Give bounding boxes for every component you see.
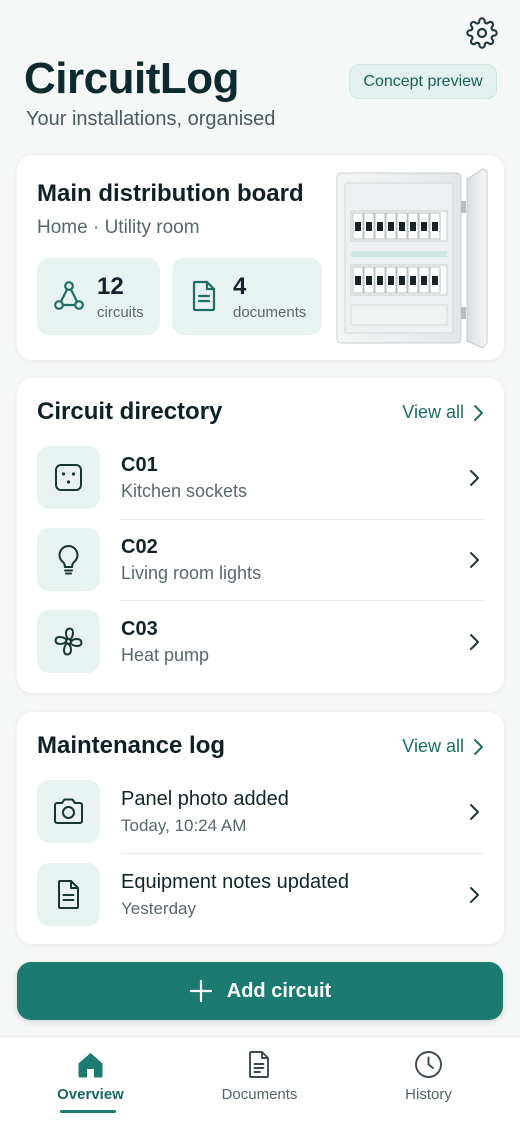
add-circuit-button[interactable]: Add circuit: [17, 962, 503, 1020]
log-entry-title: Equipment notes updated: [121, 871, 349, 893]
circuit-code: C03: [121, 618, 158, 640]
nav-label: History: [405, 1086, 452, 1103]
log-entry-time: Today, 10:24 AM: [121, 816, 247, 835]
lightbulb-icon: [58, 545, 79, 575]
camera-icon: [54, 798, 83, 824]
documents-stat: 4 documents: [172, 258, 322, 335]
document-icon: [58, 880, 79, 909]
circuit-network-icon: [54, 281, 84, 310]
home-icon: [78, 1053, 103, 1078]
circuit-directory-card: Circuit directory View all C01 Kitchen s…: [17, 378, 504, 693]
log-row-equipment-notes[interactable]: Equipment notes updated Yesterday: [37, 863, 484, 926]
chevron-right-icon: [474, 738, 483, 755]
nav-label: Overview: [57, 1086, 124, 1103]
circuit-name: Heat pump: [121, 645, 210, 665]
circuits-count: 12: [97, 273, 124, 300]
circuit-code: C01: [121, 454, 158, 476]
fan-icon: [54, 627, 83, 656]
chevron-right-icon: [470, 634, 479, 650]
row-icon-box: [37, 863, 100, 926]
active-tab-indicator: [60, 1110, 116, 1113]
chevron-right-icon: [470, 552, 479, 568]
nav-label: Documents: [221, 1086, 298, 1103]
row-icon-box: [37, 446, 100, 509]
nav-tab-history[interactable]: History: [342, 1037, 515, 1128]
add-circuit-label: Add circuit: [226, 979, 332, 1002]
chevron-right-icon: [470, 470, 479, 486]
circuits-stat: 12 circuits: [37, 258, 160, 335]
board-title: Main distribution board: [37, 180, 304, 207]
view-all-label: View all: [402, 736, 464, 756]
app-screen: CircuitLog Your installations, organised…: [0, 0, 520, 1128]
document-icon: [249, 1051, 269, 1078]
divider: [121, 853, 484, 854]
chevron-right-icon: [474, 404, 483, 421]
chevron-right-icon: [470, 804, 479, 820]
log-row-panel-photo[interactable]: Panel photo added Today, 10:24 AM: [37, 780, 484, 843]
circuit-name: Kitchen sockets: [121, 481, 248, 501]
documents-label: documents: [233, 304, 307, 321]
circuit-view-all-link[interactable]: View all: [402, 402, 484, 423]
chevron-right-icon: [470, 887, 479, 903]
clock-icon: [415, 1051, 442, 1078]
log-view-all-link[interactable]: View all: [402, 736, 484, 757]
circuit-name: Living room lights: [121, 563, 262, 583]
documents-count: 4: [233, 273, 247, 300]
document-icon: [192, 280, 216, 312]
distribution-panel-image: [336, 168, 488, 349]
plus-icon: [189, 979, 212, 1003]
bottom-nav: Overview Documents History: [0, 1036, 520, 1128]
app-subtitle: Your installations, organised: [26, 108, 276, 130]
gear-icon[interactable]: [466, 17, 498, 49]
circuit-code: C02: [121, 536, 158, 558]
distribution-board-card[interactable]: Main distribution board Home · Utility r…: [17, 155, 504, 360]
divider: [121, 600, 484, 601]
app-title: CircuitLog: [24, 54, 239, 103]
log-entry-title: Panel photo added: [121, 788, 289, 810]
view-all-label: View all: [402, 402, 464, 422]
row-icon-box: [37, 610, 100, 673]
board-location: Home · Utility room: [37, 217, 200, 238]
maintenance-log-title: Maintenance log: [37, 732, 226, 759]
nav-tab-overview[interactable]: Overview: [4, 1037, 177, 1128]
row-icon-box: [37, 528, 100, 591]
socket-icon: [55, 464, 82, 491]
circuit-row-c01[interactable]: C01 Kitchen sockets: [37, 446, 484, 509]
log-entry-time: Yesterday: [121, 899, 196, 918]
divider: [121, 519, 484, 520]
circuits-label: circuits: [97, 304, 144, 321]
concept-preview-chip: Concept preview: [349, 64, 497, 99]
circuit-row-c03[interactable]: C03 Heat pump: [37, 610, 484, 673]
nav-tab-documents[interactable]: Documents: [173, 1037, 346, 1128]
circuit-directory-title: Circuit directory: [37, 398, 223, 425]
row-icon-box: [37, 780, 100, 843]
circuit-row-c02[interactable]: C02 Living room lights: [37, 528, 484, 591]
maintenance-log-card: Maintenance log View all Panel photo add…: [17, 712, 504, 944]
